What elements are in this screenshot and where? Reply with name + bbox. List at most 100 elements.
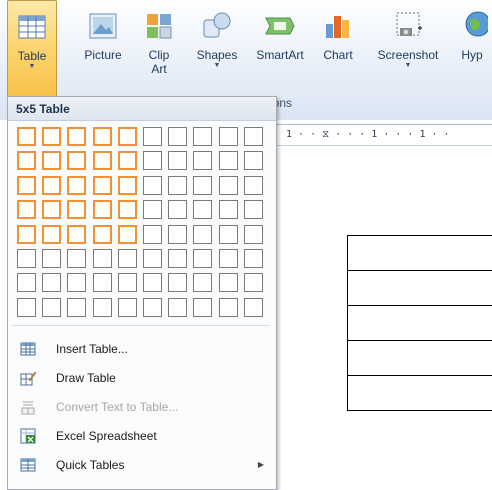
quick-tables-menu-item[interactable]: Quick Tables ▶	[8, 450, 276, 479]
grid-cell[interactable]	[118, 273, 137, 292]
document-table-cell[interactable]	[348, 341, 492, 376]
grid-cell-selected[interactable]	[118, 176, 137, 195]
grid-cell[interactable]	[143, 298, 162, 317]
grid-cell[interactable]	[193, 225, 212, 244]
grid-cell[interactable]	[42, 273, 61, 292]
grid-cell-selected[interactable]	[42, 225, 61, 244]
grid-cell[interactable]	[219, 298, 238, 317]
convert-text-to-table-menu-item[interactable]: Convert Text to Table...	[8, 392, 276, 421]
grid-cell-selected[interactable]	[67, 225, 86, 244]
grid-cell[interactable]	[219, 176, 238, 195]
grid-cell[interactable]	[244, 151, 263, 170]
grid-cell[interactable]	[118, 298, 137, 317]
document-table-row[interactable]	[348, 341, 492, 376]
grid-cell[interactable]	[219, 225, 238, 244]
grid-cell[interactable]	[219, 273, 238, 292]
grid-cell[interactable]	[168, 249, 187, 268]
grid-cell[interactable]	[143, 225, 162, 244]
grid-cell-selected[interactable]	[17, 127, 36, 146]
grid-cell[interactable]	[93, 249, 112, 268]
grid-cell-selected[interactable]	[118, 151, 137, 170]
grid-cell[interactable]	[17, 249, 36, 268]
grid-cell[interactable]	[244, 127, 263, 146]
shapes-button[interactable]: Shapes ▼	[190, 0, 244, 96]
picture-button[interactable]: Picture	[74, 0, 132, 96]
document-table-cell[interactable]	[348, 376, 492, 411]
grid-cell[interactable]	[168, 298, 187, 317]
grid-cell[interactable]	[67, 298, 86, 317]
document-table-row[interactable]	[348, 306, 492, 341]
document-table-row[interactable]	[348, 236, 492, 271]
grid-cell[interactable]	[193, 249, 212, 268]
document-table-cell[interactable]	[348, 236, 492, 271]
grid-cell-selected[interactable]	[42, 151, 61, 170]
grid-cell[interactable]	[67, 249, 86, 268]
smartart-button[interactable]: SmartArt	[248, 0, 312, 96]
grid-cell[interactable]	[42, 249, 61, 268]
grid-cell-selected[interactable]	[67, 127, 86, 146]
document-table-cell[interactable]	[348, 271, 492, 306]
grid-cell[interactable]	[168, 225, 187, 244]
grid-cell[interactable]	[219, 151, 238, 170]
grid-cell-selected[interactable]	[93, 151, 112, 170]
document-table-row[interactable]	[348, 271, 492, 306]
grid-cell-selected[interactable]	[67, 200, 86, 219]
grid-cell-selected[interactable]	[42, 176, 61, 195]
grid-cell[interactable]	[143, 200, 162, 219]
grid-cell[interactable]	[219, 200, 238, 219]
grid-cell[interactable]	[244, 298, 263, 317]
grid-cell[interactable]	[193, 200, 212, 219]
grid-cell-selected[interactable]	[67, 176, 86, 195]
grid-cell[interactable]	[219, 249, 238, 268]
grid-cell[interactable]	[17, 298, 36, 317]
grid-cell[interactable]	[168, 127, 187, 146]
grid-cell-selected[interactable]	[42, 200, 61, 219]
grid-cell[interactable]	[244, 273, 263, 292]
grid-cell[interactable]	[93, 273, 112, 292]
grid-cell[interactable]	[17, 273, 36, 292]
grid-cell[interactable]	[93, 298, 112, 317]
grid-cell-selected[interactable]	[17, 151, 36, 170]
grid-cell-selected[interactable]	[93, 127, 112, 146]
draw-table-menu-item[interactable]: Draw Table	[8, 363, 276, 392]
grid-cell[interactable]	[168, 151, 187, 170]
grid-cell[interactable]	[42, 298, 61, 317]
grid-cell[interactable]	[244, 225, 263, 244]
table-button[interactable]: Table ▼	[7, 0, 57, 96]
hyperlink-button[interactable]: Hyp	[452, 0, 492, 96]
grid-cell[interactable]	[67, 273, 86, 292]
grid-cell-selected[interactable]	[42, 127, 61, 146]
grid-cell[interactable]	[143, 249, 162, 268]
grid-cell[interactable]	[244, 249, 263, 268]
document-table[interactable]	[347, 235, 492, 411]
grid-cell[interactable]	[193, 151, 212, 170]
clip-art-button[interactable]: Clip Art	[138, 0, 180, 96]
chart-button[interactable]: Chart	[316, 0, 360, 96]
excel-spreadsheet-menu-item[interactable]: Excel Spreadsheet	[8, 421, 276, 450]
insert-table-menu-item[interactable]: Insert Table...	[8, 334, 276, 363]
grid-cell[interactable]	[193, 176, 212, 195]
grid-cell[interactable]	[193, 298, 212, 317]
grid-cell[interactable]	[193, 127, 212, 146]
grid-cell-selected[interactable]	[17, 200, 36, 219]
grid-cell-selected[interactable]	[17, 225, 36, 244]
grid-cell[interactable]	[168, 273, 187, 292]
grid-cell-selected[interactable]	[93, 176, 112, 195]
grid-cell[interactable]	[143, 127, 162, 146]
grid-cell[interactable]	[193, 273, 212, 292]
grid-cell-selected[interactable]	[118, 225, 137, 244]
grid-cell[interactable]	[143, 176, 162, 195]
grid-cell[interactable]	[118, 249, 137, 268]
horizontal-ruler[interactable]: 1 · · ⧖ · · · 1 · · · 1 · ·	[270, 124, 492, 146]
grid-cell[interactable]	[143, 151, 162, 170]
grid-cell-selected[interactable]	[67, 151, 86, 170]
grid-cell-selected[interactable]	[93, 225, 112, 244]
grid-cell-selected[interactable]	[118, 200, 137, 219]
grid-cell-selected[interactable]	[93, 200, 112, 219]
document-table-row[interactable]	[348, 376, 492, 411]
screenshot-button[interactable]: Screenshot ▼	[366, 0, 450, 96]
grid-cell-selected[interactable]	[17, 176, 36, 195]
document-table-cell[interactable]	[348, 306, 492, 341]
grid-cell[interactable]	[168, 176, 187, 195]
grid-cell-selected[interactable]	[118, 127, 137, 146]
